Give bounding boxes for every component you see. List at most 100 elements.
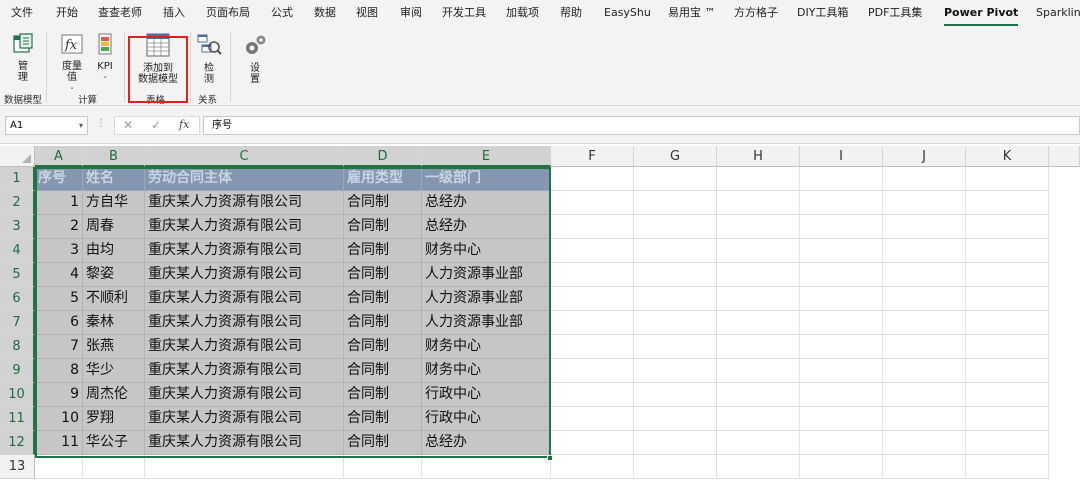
table-cell[interactable] [551,263,634,287]
menu-tab[interactable]: 页面布局 [206,0,250,28]
table-cell[interactable]: 张燕 [83,335,145,359]
table-cell[interactable] [717,455,800,479]
table-cell[interactable]: 人力资源事业部 [422,287,551,311]
table-header-cell[interactable]: 一级部门 [422,167,551,191]
table-cell[interactable] [634,239,717,263]
row-header[interactable]: 10 [0,383,35,407]
table-cell[interactable]: 财务中心 [422,359,551,383]
table-cell[interactable] [344,455,422,479]
table-cell[interactable] [551,311,634,335]
table-cell[interactable] [551,215,634,239]
row-header[interactable]: 1 [0,167,35,191]
table-cell[interactable]: 人力资源事业部 [422,311,551,335]
table-cell[interactable] [966,287,1049,311]
table-cell[interactable] [422,455,551,479]
table-cell[interactable]: 合同制 [344,407,422,431]
table-cell[interactable] [966,191,1049,215]
table-header-cell[interactable] [883,167,966,191]
table-cell[interactable] [551,359,634,383]
worksheet-grid[interactable]: A B C D E F G H I J K 1 2 3 4 5 6 7 8 9 10 11 12 13 序号 姓名 劳动合同主体 雇用… [0,146,1080,482]
row-header[interactable]: 13 [0,455,35,479]
table-cell[interactable] [800,455,883,479]
table-cell[interactable] [717,191,800,215]
column-header[interactable]: D [344,146,422,167]
table-cell[interactable] [634,215,717,239]
column-header[interactable]: A [35,146,83,167]
table-cell[interactable]: 8 [35,359,83,383]
menu-tab[interactable]: DIY工具箱 [797,0,848,28]
table-cell[interactable]: 人力资源事业部 [422,263,551,287]
table-cell[interactable] [800,215,883,239]
table-cell[interactable] [883,431,966,455]
table-cell[interactable]: 6 [35,311,83,335]
menu-tab[interactable]: 开始 [56,0,78,28]
table-cell[interactable]: 罗翔 [83,407,145,431]
table-cell[interactable] [883,239,966,263]
table-cell[interactable]: 华少 [83,359,145,383]
table-header-cell[interactable]: 姓名 [83,167,145,191]
table-cell[interactable] [634,263,717,287]
table-cell[interactable] [800,239,883,263]
table-cell[interactable] [883,263,966,287]
insert-function-icon[interactable]: fx [179,118,189,131]
table-cell[interactable] [800,407,883,431]
table-cell[interactable]: 7 [35,335,83,359]
table-cell[interactable] [717,335,800,359]
select-all-corner[interactable] [0,146,35,167]
table-cell[interactable] [883,311,966,335]
table-cell[interactable] [634,311,717,335]
table-cell[interactable] [883,407,966,431]
table-cell[interactable]: 合同制 [344,383,422,407]
row-header[interactable]: 8 [0,335,35,359]
table-cell[interactable] [883,287,966,311]
table-cell[interactable]: 行政中心 [422,407,551,431]
table-cell[interactable]: 重庆某人力资源有限公司 [145,335,344,359]
column-header[interactable]: H [717,146,800,167]
row-header[interactable]: 12 [0,431,35,455]
table-cell[interactable]: 合同制 [344,215,422,239]
table-cell[interactable]: 1 [35,191,83,215]
menu-tab[interactable]: 文件 [11,0,33,28]
kpi-button[interactable]: KPI ⌄ [92,32,118,80]
table-cell[interactable]: 11 [35,431,83,455]
menu-tab[interactable]: 方方格子 [734,0,778,28]
table-cell[interactable] [551,335,634,359]
table-cell[interactable] [883,383,966,407]
table-cell[interactable] [883,335,966,359]
table-cell[interactable] [634,455,717,479]
table-header-cell[interactable] [717,167,800,191]
table-cell[interactable] [634,383,717,407]
table-cell[interactable] [634,191,717,215]
table-header-cell[interactable]: 雇用类型 [344,167,422,191]
row-header[interactable]: 4 [0,239,35,263]
column-header[interactable]: J [883,146,966,167]
table-cell[interactable] [717,263,800,287]
detect-button[interactable]: 检 测 [194,32,224,85]
table-cell[interactable] [800,359,883,383]
menu-tab[interactable]: PDF工具集 [868,0,922,28]
table-cell[interactable] [551,431,634,455]
table-cell[interactable]: 合同制 [344,359,422,383]
column-header[interactable]: C [145,146,344,167]
table-cell[interactable]: 合同制 [344,335,422,359]
menu-tab[interactable]: 插入 [163,0,185,28]
menu-tab[interactable]: 公式 [271,0,293,28]
table-cell[interactable] [883,455,966,479]
table-cell[interactable] [634,431,717,455]
table-header-cell[interactable] [800,167,883,191]
column-header[interactable]: K [966,146,1049,167]
manage-button[interactable]: 管 理 [6,32,40,83]
table-cell[interactable] [717,311,800,335]
table-cell[interactable] [800,287,883,311]
row-header[interactable]: 6 [0,287,35,311]
row-header[interactable]: 5 [0,263,35,287]
table-cell[interactable]: 重庆某人力资源有限公司 [145,263,344,287]
row-header[interactable]: 2 [0,191,35,215]
column-header[interactable] [1049,146,1080,167]
table-cell[interactable]: 华公子 [83,431,145,455]
table-cell[interactable] [800,431,883,455]
table-cell[interactable]: 合同制 [344,191,422,215]
menu-tab[interactable]: 视图 [356,0,378,28]
cancel-icon[interactable]: ✕ [123,118,133,132]
table-cell[interactable]: 10 [35,407,83,431]
